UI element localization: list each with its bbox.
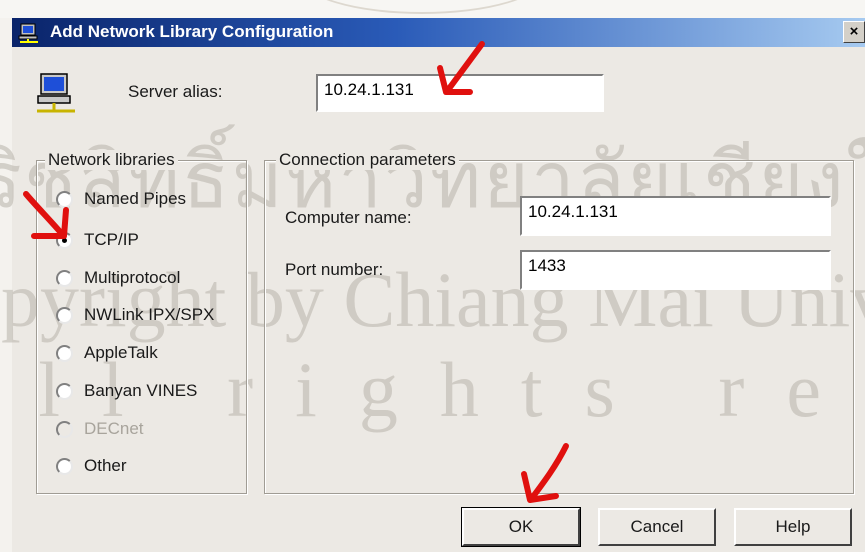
computer-name-input[interactable]: 10.24.1.131 [520,196,831,236]
radio-label: AppleTalk [84,343,158,362]
server-alias-label: Server alias: [128,82,223,101]
radio-button[interactable] [56,307,73,324]
close-icon[interactable]: × [843,21,865,43]
radio-label: TCP/IP [84,230,139,249]
window-title: Add Network Library Configuration [50,22,334,41]
radio-label: DECnet [84,419,144,438]
port-number-input[interactable]: 1433 [520,250,831,290]
network-libraries-legend: Network libraries [45,150,178,170]
radio-button[interactable] [56,458,73,475]
network-computer-icon [18,23,38,43]
radio-label: NWLink IPX/SPX [84,305,215,324]
cancel-button[interactable]: Cancel [598,508,716,546]
server-icon [37,73,75,113]
connection-parameters-legend: Connection parameters [276,150,459,170]
radio-button[interactable] [56,270,73,287]
port-number-label: Port number: [285,260,384,279]
radio-label: Banyan VINES [84,381,198,400]
radio-label: Multiprotocol [84,268,181,287]
computer-name-label: Computer name: [285,208,412,227]
radio-button [56,421,73,438]
radio-label: Named Pipes [84,189,187,208]
title-bar[interactable]: Add Network Library Configuration × [12,18,865,47]
ok-button[interactable]: OK [461,507,581,547]
radio-button[interactable] [56,345,73,362]
radio-button[interactable] [56,383,73,400]
radio-button[interactable] [56,232,73,249]
radio-label: Other [84,456,127,475]
network-libraries-group [36,160,247,494]
radio-button[interactable] [56,191,73,208]
watermark-seal-arc [300,0,544,14]
server-alias-input[interactable]: 10.24.1.131 [316,74,604,112]
help-button[interactable]: Help [734,508,852,546]
top-crop-band [0,0,865,18]
